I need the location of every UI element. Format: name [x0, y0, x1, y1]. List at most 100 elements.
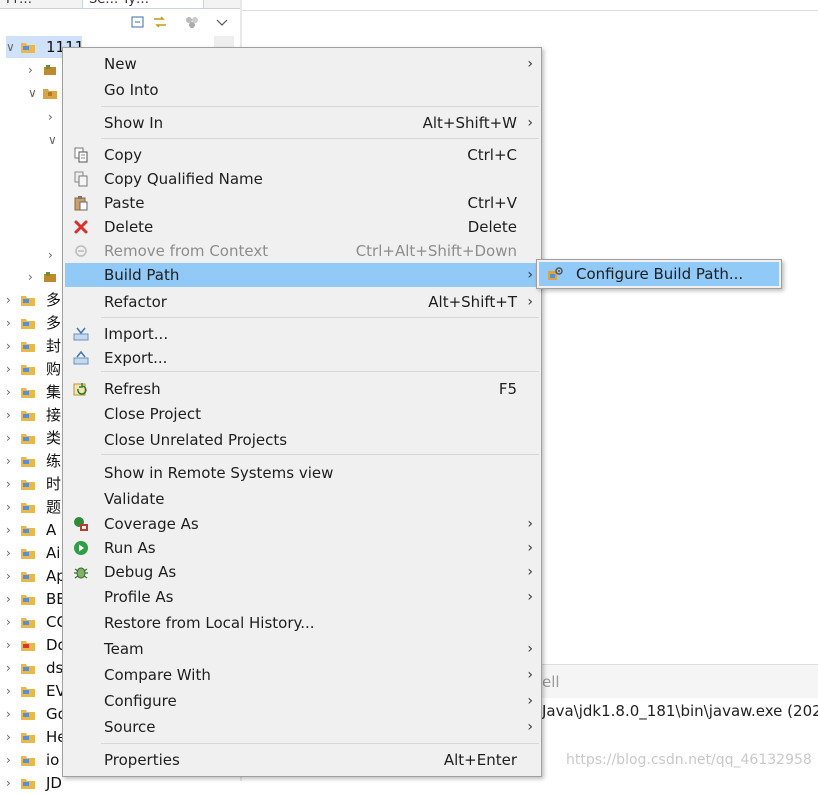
expand-chevron-icon[interactable]: ∨: [28, 82, 40, 104]
filters-icon[interactable]: [184, 14, 200, 30]
expand-chevron-icon[interactable]: ›: [48, 244, 60, 266]
menu-item-new[interactable]: New ›: [65, 52, 539, 76]
expand-chevron-icon[interactable]: ›: [6, 680, 18, 702]
project-label: 集: [46, 383, 62, 401]
expand-chevron-icon[interactable]: ›: [6, 749, 18, 771]
expand-chevron-icon[interactable]: ›: [6, 289, 18, 311]
tree-item-src[interactable]: ∨: [28, 82, 62, 104]
submenu-arrow-icon: ›: [527, 294, 533, 310]
menu-item-delete[interactable]: Delete Delete: [65, 215, 539, 239]
expand-chevron-icon[interactable]: ›: [6, 335, 18, 357]
tree-item-project[interactable]: › CC: [6, 611, 62, 633]
tree-item-jre[interactable]: ›: [28, 59, 62, 81]
menu-item-source[interactable]: Source ›: [65, 715, 539, 739]
expand-chevron-icon[interactable]: ›: [28, 59, 40, 81]
tree-item-project[interactable]: › 接: [6, 404, 62, 426]
expand-chevron-icon[interactable]: ›: [6, 381, 18, 403]
expand-chevron-icon[interactable]: ›: [6, 726, 18, 748]
tree-item-project[interactable]: › BB: [6, 588, 62, 610]
menu-item-build-path[interactable]: Build Path ›: [65, 263, 539, 287]
tree-item-project[interactable]: › 时: [6, 473, 62, 495]
tab-search-type-hierarchy[interactable]: Se… Ty…: [82, 0, 204, 9]
tree-item-project[interactable]: › 多: [6, 312, 62, 334]
menu-item-go-into[interactable]: Go Into: [65, 78, 539, 102]
expand-chevron-icon[interactable]: ›: [6, 703, 18, 725]
tree-item-project[interactable]: › 集: [6, 381, 62, 403]
expand-chevron-icon[interactable]: ∨: [6, 36, 18, 58]
expand-chevron-icon[interactable]: ›: [6, 772, 18, 794]
tree-item-project[interactable]: › 多: [6, 289, 62, 311]
tree-item-project[interactable]: › 练: [6, 450, 62, 472]
tree-item-library[interactable]: ›: [28, 266, 62, 288]
menu-item-show-in-remote-systems-view[interactable]: Show in Remote Systems view: [65, 461, 539, 485]
console-output-line: Java\jdk1.8.0_181\bin\javaw.exe (2020: [542, 698, 818, 724]
tree-item-project[interactable]: › A: [6, 519, 62, 541]
expand-chevron-icon[interactable]: ›: [6, 312, 18, 334]
menu-item-debug-as[interactable]: Debug As ›: [65, 560, 539, 584]
tree-item-project[interactable]: › Do: [6, 634, 62, 656]
menu-item-show-in[interactable]: Show In Alt+Shift+W ›: [65, 111, 539, 135]
menu-item-copy[interactable]: Copy Ctrl+C: [65, 143, 539, 167]
expand-chevron-icon[interactable]: ›: [28, 266, 40, 288]
submenu-arrow-icon: ›: [527, 641, 533, 657]
tree-item-project[interactable]: › EV: [6, 680, 62, 702]
menu-item-configure-build-path[interactable]: Configure Build Path...: [539, 262, 779, 286]
menu-item-close-unrelated-projects[interactable]: Close Unrelated Projects: [65, 428, 539, 452]
menu-item-profile-as[interactable]: Profile As ›: [65, 585, 539, 609]
tree-item-package[interactable]: ›: [48, 244, 62, 266]
tree-item-project[interactable]: › Ai: [6, 542, 62, 564]
project-folder-icon: [21, 526, 35, 536]
expand-chevron-icon[interactable]: ›: [6, 404, 18, 426]
expand-chevron-icon[interactable]: ›: [6, 473, 18, 495]
menu-item-configure[interactable]: Configure ›: [65, 689, 539, 713]
tree-item-project[interactable]: › 题: [6, 496, 62, 518]
menu-item-properties[interactable]: Properties Alt+Enter: [65, 748, 539, 772]
tree-item-project[interactable]: › Go: [6, 703, 62, 725]
submenu-arrow-icon: ›: [527, 564, 533, 580]
expand-chevron-icon[interactable]: ›: [6, 358, 18, 380]
tree-item-package[interactable]: ∨: [48, 129, 62, 151]
expand-chevron-icon[interactable]: ›: [6, 634, 18, 656]
expand-chevron-icon[interactable]: ›: [6, 496, 18, 518]
expand-chevron-icon[interactable]: ›: [48, 106, 60, 128]
view-menu-icon[interactable]: [214, 14, 230, 30]
tab-project-explorer[interactable]: Pr…: [0, 0, 80, 8]
tree-item-project[interactable]: › io: [6, 749, 62, 771]
tree-item-project[interactable]: › JDBC: [6, 772, 62, 794]
expand-chevron-icon[interactable]: ›: [6, 588, 18, 610]
tree-item-project[interactable]: › Ap: [6, 565, 62, 587]
menu-item-run-as[interactable]: Run As ›: [65, 536, 539, 560]
menu-item-restore-from-local-history[interactable]: Restore from Local History...: [65, 611, 539, 635]
menu-item-close-project[interactable]: Close Project: [65, 402, 539, 426]
project-label: A: [46, 521, 57, 539]
tree-item-project[interactable]: › 类: [6, 427, 62, 449]
menu-item-compare-with[interactable]: Compare With ›: [65, 663, 539, 687]
expand-chevron-icon[interactable]: ›: [6, 427, 18, 449]
menu-item-coverage-as[interactable]: Coverage As ›: [65, 512, 539, 536]
menu-item-validate[interactable]: Validate: [65, 487, 539, 511]
submenu-arrow-icon: ›: [527, 719, 533, 735]
project-folder-icon: [21, 549, 35, 559]
expand-chevron-icon[interactable]: ›: [6, 519, 18, 541]
tree-item-package[interactable]: ›: [48, 106, 62, 128]
expand-chevron-icon[interactable]: ›: [6, 542, 18, 564]
copy-qualified-icon: [74, 171, 88, 187]
expand-chevron-icon[interactable]: ›: [6, 565, 18, 587]
expand-chevron-icon[interactable]: ›: [6, 450, 18, 472]
collapse-all-icon[interactable]: [130, 14, 146, 30]
tree-item-project[interactable]: › ds: [6, 657, 62, 679]
menu-item-import[interactable]: Import...: [65, 322, 539, 346]
expand-chevron-icon[interactable]: ∨: [48, 129, 60, 151]
menu-item-export[interactable]: Export...: [65, 346, 539, 370]
link-with-editor-icon[interactable]: [152, 14, 168, 30]
expand-chevron-icon[interactable]: ›: [6, 657, 18, 679]
menu-item-paste[interactable]: Paste Ctrl+V: [65, 191, 539, 215]
menu-item-copy-qualified-name[interactable]: Copy Qualified Name: [65, 167, 539, 191]
tree-item-project[interactable]: › He: [6, 726, 62, 748]
menu-item-refresh[interactable]: Refresh F5: [65, 377, 539, 401]
tree-item-project[interactable]: › 购: [6, 358, 62, 380]
menu-item-team[interactable]: Team ›: [65, 637, 539, 661]
tree-item-project[interactable]: › 封: [6, 335, 62, 357]
expand-chevron-icon[interactable]: ›: [6, 611, 18, 633]
menu-item-refactor[interactable]: Refactor Alt+Shift+T ›: [65, 290, 539, 314]
